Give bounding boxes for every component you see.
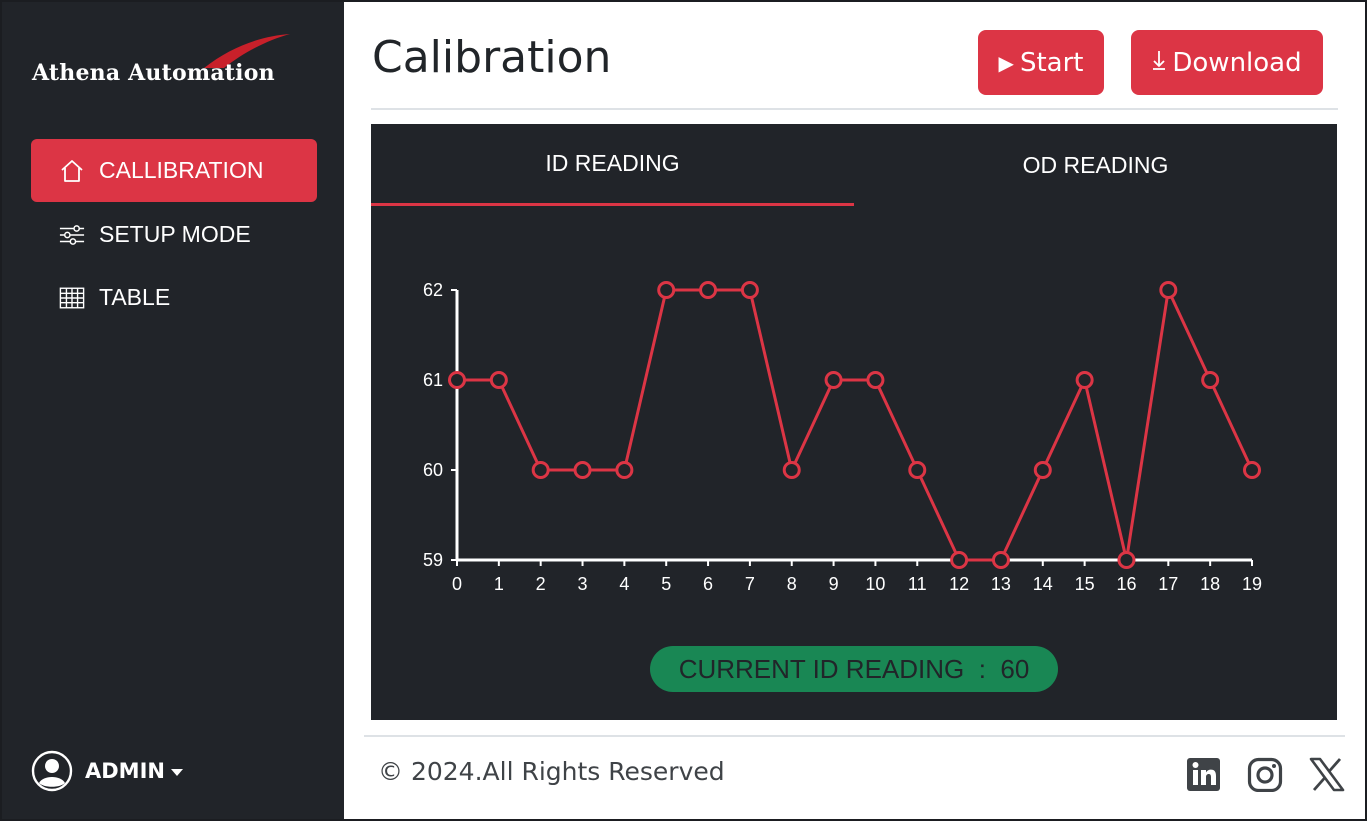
sidebar-item-label: TABLE — [99, 284, 171, 310]
data-point — [657, 281, 676, 299]
series-line — [457, 288, 1254, 562]
reading-tabs: ID READING OD READING — [371, 124, 1337, 206]
data-point — [1117, 551, 1136, 569]
x-tick-label: 5 — [661, 574, 671, 594]
instagram-icon[interactable] — [1247, 756, 1283, 793]
user-menu[interactable]: ADMIN — [31, 750, 183, 792]
page-title: Calibration — [372, 32, 612, 83]
brand-name: Athena Automation — [32, 60, 275, 86]
data-point — [866, 371, 885, 389]
data-point — [950, 551, 969, 569]
x-tick-label: 10 — [865, 574, 885, 594]
play-icon: ▶ — [998, 50, 1014, 75]
sliders-icon — [59, 222, 85, 248]
data-point — [448, 371, 466, 389]
data-point — [740, 281, 759, 299]
sidebar-item-label: SETUP MODE — [99, 221, 251, 247]
x-tick-label: 19 — [1242, 574, 1262, 594]
chevron-down-icon — [170, 768, 183, 776]
x-tick-label: 8 — [787, 574, 797, 594]
current-reading-badge: CURRENT ID READING : 60 — [650, 646, 1058, 692]
x-tick-label: 1 — [494, 574, 504, 594]
user-circle-icon — [31, 750, 73, 792]
sidebar-item-table[interactable]: TABLE — [31, 266, 317, 329]
footer-divider — [364, 735, 1345, 737]
data-point — [1201, 371, 1220, 389]
home-icon — [59, 158, 85, 184]
x-tick-label: 18 — [1200, 574, 1220, 594]
copyright-text: © 2024.All Rights Reserved — [378, 757, 725, 786]
y-tick-label: 59 — [423, 550, 443, 570]
data-point — [573, 461, 592, 479]
data-point — [615, 461, 634, 479]
brand-logo: Athena Automation — [32, 30, 322, 92]
tab-id-reading[interactable]: ID READING — [371, 124, 854, 206]
download-button-label: Download — [1172, 47, 1302, 78]
data-point — [782, 461, 801, 479]
x-tick-label: 13 — [991, 574, 1011, 594]
x-tick-label: 0 — [452, 574, 462, 594]
sidebar-item-setup-mode[interactable]: SETUP MODE — [31, 203, 317, 266]
download-button[interactable]: Download — [1131, 30, 1323, 95]
table-icon — [59, 285, 85, 311]
x-tick-label: 14 — [1033, 574, 1053, 594]
sidebar: Athena Automation CALLIBRATION SETUP MOD… — [2, 2, 344, 819]
tab-od-reading[interactable]: OD READING — [854, 124, 1337, 206]
linkedin-icon[interactable] — [1186, 756, 1222, 792]
x-tick-label: 12 — [949, 574, 969, 594]
data-point — [1075, 371, 1094, 389]
x-tick-label: 9 — [829, 574, 839, 594]
data-point — [991, 551, 1010, 569]
reading-panel: ID READING OD READING 59 60 61 62 0 1 2 3 4 5 6 7 8 9… — [371, 124, 1337, 720]
x-tick-label: 4 — [619, 574, 629, 594]
x-tick-label: 15 — [1075, 574, 1095, 594]
id-reading-chart: 596061620 1 2 3 4 5 6 7 8 9 10 11 12 13 14 15 16 17 18 19 — [423, 280, 1262, 594]
start-button[interactable]: ▶ Start — [978, 30, 1104, 95]
header-divider — [371, 108, 1338, 110]
data-point — [1159, 281, 1178, 299]
data-point — [1243, 461, 1261, 479]
data-point — [1033, 461, 1052, 479]
data-point — [699, 281, 718, 299]
y-tick-label: 60 — [423, 460, 443, 480]
download-icon — [1152, 49, 1166, 76]
x-tick-label: 6 — [703, 574, 713, 594]
x-tick-label: 2 — [536, 574, 546, 594]
x-tick-label: 16 — [1116, 574, 1136, 594]
x-tick-label: 17 — [1158, 574, 1178, 594]
sidebar-item-label: CALLIBRATION — [99, 157, 264, 183]
y-tick-label: 61 — [423, 370, 443, 390]
y-tick-label: 62 — [423, 280, 443, 300]
data-point — [489, 371, 508, 389]
x-tick-label: 11 — [908, 574, 927, 594]
user-name: ADMIN — [85, 759, 165, 783]
x-icon[interactable] — [1309, 756, 1345, 792]
data-point — [908, 461, 927, 479]
data-point — [824, 371, 843, 389]
start-button-label: Start — [1019, 47, 1084, 78]
x-tick-label: 3 — [578, 574, 588, 594]
data-point — [531, 461, 550, 479]
sidebar-item-callibration[interactable]: CALLIBRATION — [31, 139, 317, 202]
x-tick-label: 7 — [745, 574, 755, 594]
